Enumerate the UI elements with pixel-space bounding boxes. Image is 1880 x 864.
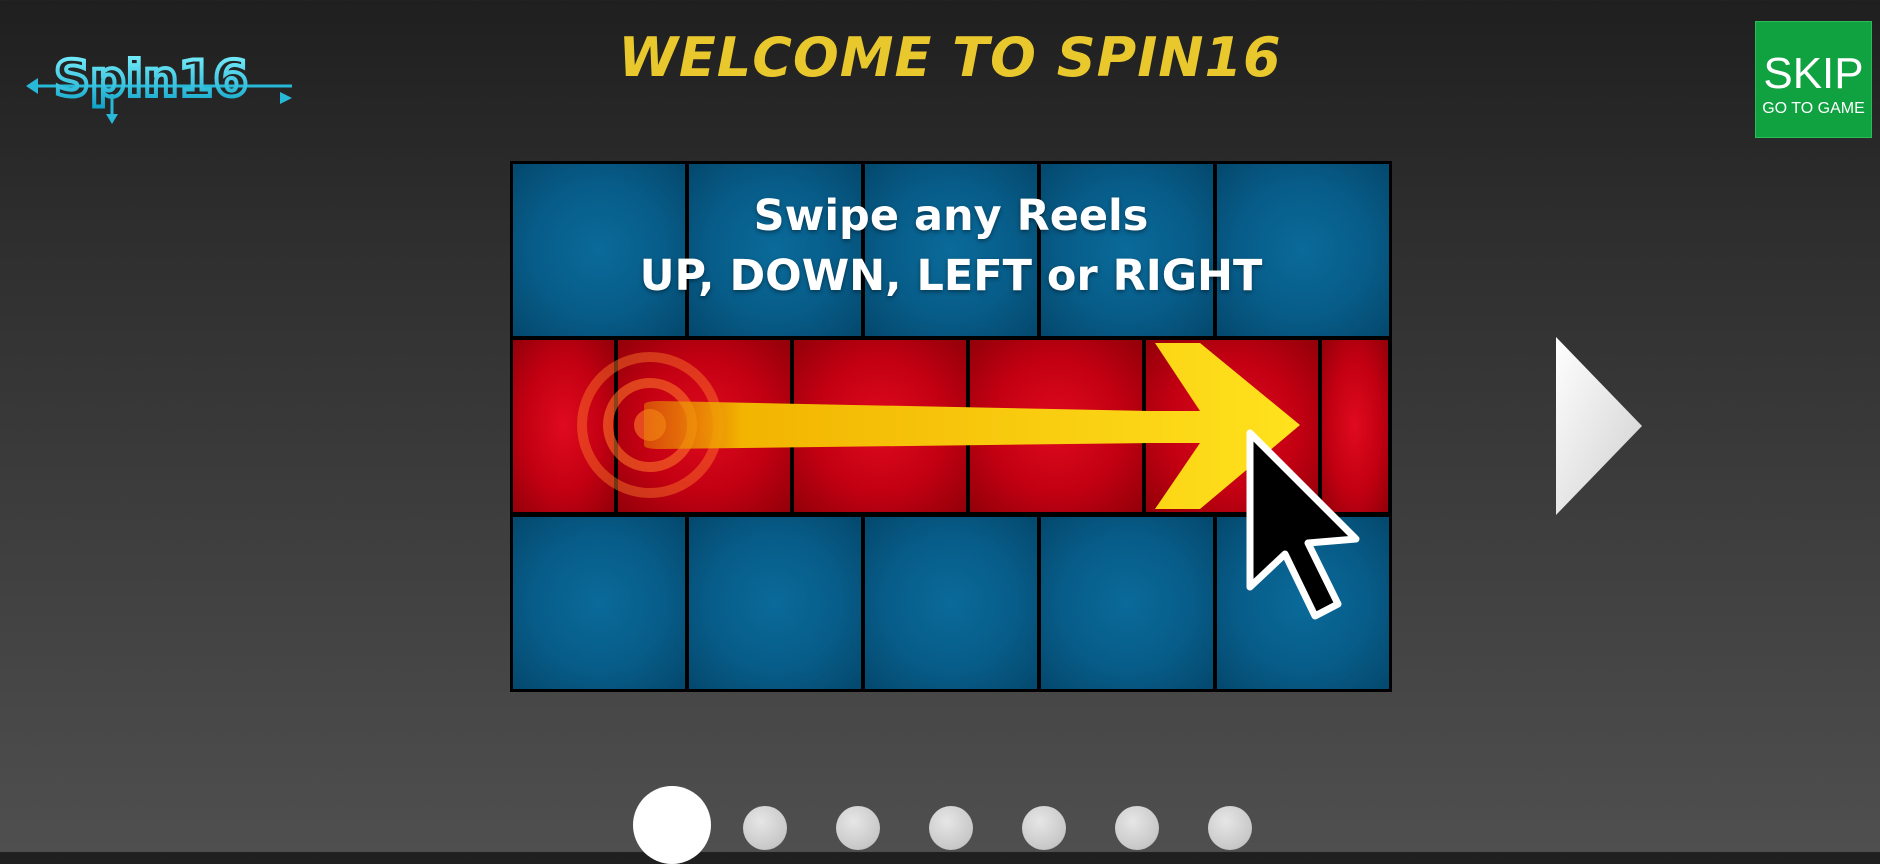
reel-cell: [513, 517, 685, 689]
instruction-text: Swipe any Reels UP, DOWN, LEFT or RIGHT: [513, 186, 1389, 306]
pagination-dots: [630, 786, 1270, 864]
page-dot-3[interactable]: [836, 806, 880, 850]
reel-cell: [689, 517, 861, 689]
reel-cell: [865, 517, 1037, 689]
reel-cell: [1146, 340, 1318, 512]
reel-row-bottom: [513, 517, 1389, 689]
tutorial-reel-board: Swipe any Reels UP, DOWN, LEFT or RIGHT: [510, 161, 1392, 692]
skip-button[interactable]: SKIP GO TO GAME: [1755, 21, 1872, 138]
reel-cell: [794, 340, 966, 512]
reel-row-highlighted: [513, 340, 1389, 512]
page-dot-5[interactable]: [1022, 806, 1066, 850]
reel-cell: [1041, 517, 1213, 689]
skip-sublabel: GO TO GAME: [1762, 100, 1865, 117]
page-dot-7[interactable]: [1208, 806, 1252, 850]
reel-cell: [513, 340, 614, 512]
next-page-arrow-icon[interactable]: [1554, 335, 1646, 517]
page-title: WELCOME TO SPIN16: [618, 26, 1282, 89]
reel-cell: [1322, 340, 1388, 512]
instruction-line-1: Swipe any Reels: [753, 191, 1149, 241]
skip-label: SKIP: [1763, 49, 1864, 98]
reel-cell: [970, 340, 1142, 512]
reel-cell: [1217, 517, 1389, 689]
page-dot-6[interactable]: [1115, 806, 1159, 850]
page-dot-2[interactable]: [743, 806, 787, 850]
page-dot-4[interactable]: [929, 806, 973, 850]
instruction-line-2: UP, DOWN, LEFT or RIGHT: [639, 251, 1263, 301]
page-dot-1[interactable]: [633, 786, 711, 864]
reel-cell: [618, 340, 790, 512]
